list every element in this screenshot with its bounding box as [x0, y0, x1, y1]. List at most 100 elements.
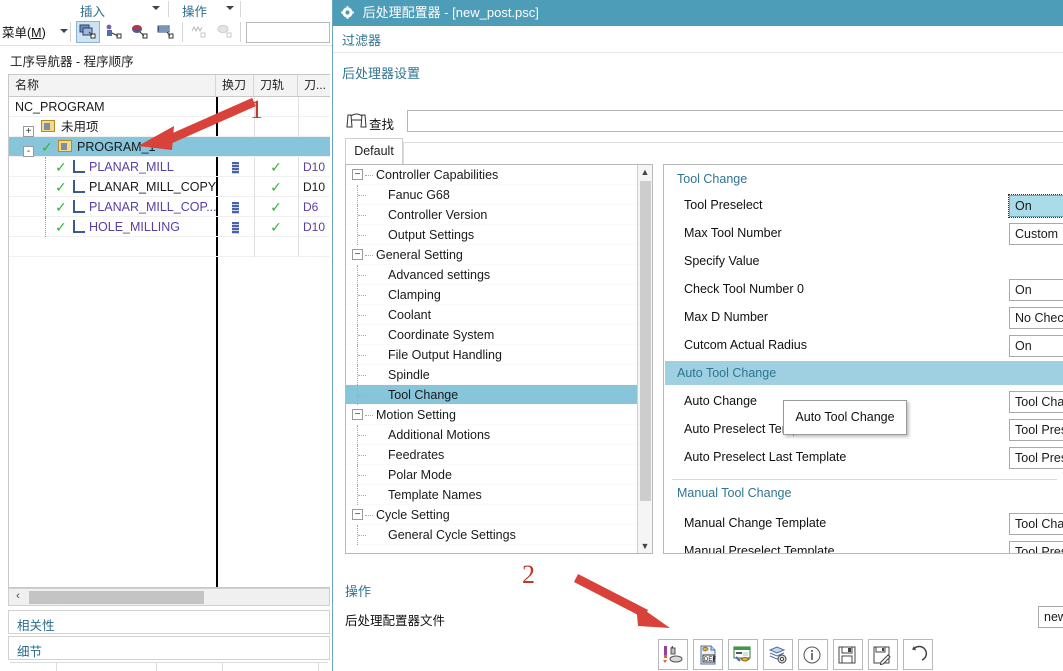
- save-icon[interactable]: [833, 639, 863, 670]
- tree-node-label: Fanuc G68: [388, 188, 450, 202]
- toolbar-search-field[interactable]: [246, 22, 330, 43]
- main-menu-button[interactable]: 菜单(M): [2, 22, 46, 41]
- tree-line: [365, 255, 373, 256]
- machine-tool-view-icon[interactable]: [102, 21, 126, 43]
- program-order-view-icon[interactable]: [76, 21, 100, 43]
- tree-line: [45, 157, 55, 177]
- settings-tree-scrollbar[interactable]: ▲ ▼: [637, 165, 652, 553]
- main-menu-caret-icon[interactable]: [60, 29, 68, 33]
- dependencies-panel-header[interactable]: 相关性: [8, 610, 330, 634]
- group-divider: [672, 479, 1057, 480]
- table-row[interactable]: ✓ PLANAR_MILL_COP... ✓ D6: [9, 197, 330, 217]
- def-file-icon[interactable]: DEF: [693, 639, 723, 670]
- tree-node-label: Advanced settings: [388, 268, 491, 282]
- tree-node-label: Additional Motions: [388, 428, 491, 442]
- tree-line: [358, 195, 366, 196]
- tree-node-motion-setting[interactable]: − Motion Setting: [346, 405, 638, 425]
- save-as-icon[interactable]: [868, 639, 898, 670]
- menu-insert-caret-icon[interactable]: [152, 6, 160, 10]
- tree-node-feedrates[interactable]: Feedrates: [346, 445, 638, 465]
- table-row[interactable]: ✓ HOLE_MILLING ✓ D10: [9, 217, 330, 237]
- tree-node-label: File Output Handling: [388, 348, 502, 362]
- scroll-down-icon[interactable]: ▼: [638, 539, 652, 553]
- scroll-up-icon[interactable]: ▲: [638, 165, 652, 179]
- tree-node-tool-change-selected[interactable]: Tool Change: [346, 385, 638, 405]
- property-row-auto-preselect-last-template: Auto Preselect Last Template Tool Presel…: [664, 445, 1063, 473]
- details-panel-header[interactable]: 细节: [8, 636, 330, 660]
- settings-tree[interactable]: − Controller Capabilities Fanuc G68 Cont…: [345, 164, 653, 554]
- tree-node-controller-version[interactable]: Controller Version: [346, 205, 638, 225]
- navigator-horizontal-scrollbar[interactable]: ‹: [8, 588, 330, 606]
- tree-node-file-output-handling[interactable]: File Output Handling: [346, 345, 638, 365]
- info-icon[interactable]: [798, 639, 828, 670]
- post-process-icon[interactable]: [658, 639, 688, 670]
- expander-icon[interactable]: −: [352, 169, 363, 180]
- grid-line: [318, 662, 319, 671]
- property-label: Manual Change Template: [684, 516, 827, 530]
- layers-settings-icon[interactable]: [763, 639, 793, 670]
- tab-strip: Default: [345, 138, 1063, 164]
- tooltip-auto-tool-change: Auto Tool Change: [783, 400, 907, 435]
- tab-default[interactable]: Default: [345, 138, 403, 164]
- table-row[interactable]: ✓ PLANAR_MILL_COPY ✓ D10: [9, 177, 330, 197]
- expander-icon[interactable]: −: [352, 409, 363, 420]
- tree-node-advanced-settings[interactable]: Advanced settings: [346, 265, 638, 285]
- column-header-toolchange[interactable]: 换刀: [216, 75, 254, 96]
- manual-change-template-dropdown[interactable]: Tool Change: [1009, 513, 1063, 535]
- expander-icon[interactable]: +: [23, 126, 34, 138]
- menu-operation-caret-icon[interactable]: [226, 6, 234, 10]
- tree-node-general-cycle-settings[interactable]: General Cycle Settings: [346, 525, 638, 545]
- tree-node-coordinate-system[interactable]: Coordinate System: [346, 325, 638, 345]
- column-header-tool[interactable]: 刀...: [298, 75, 330, 96]
- tree-node-controller-capabilities[interactable]: − Controller Capabilities: [346, 165, 638, 185]
- scroll-left-icon[interactable]: ‹: [10, 590, 26, 604]
- column-header-name[interactable]: 名称: [9, 75, 216, 96]
- property-pane: Tool Change Tool Preselect On Max Tool N…: [663, 164, 1063, 554]
- expander-icon[interactable]: -: [23, 146, 34, 158]
- check-icon: ✓: [55, 199, 67, 215]
- tree-node-cycle-setting[interactable]: − Cycle Setting: [346, 505, 638, 525]
- auto-change-dropdown[interactable]: Tool Change: [1009, 391, 1063, 413]
- column-header-toolpath[interactable]: 刀轨: [254, 75, 298, 96]
- max-tool-number-dropdown[interactable]: Custom: [1009, 223, 1063, 245]
- check-tool-number-dropdown[interactable]: On: [1009, 279, 1063, 301]
- scrollbar-thumb[interactable]: [640, 181, 651, 501]
- expander-icon[interactable]: −: [352, 509, 363, 520]
- table-row[interactable]: ✓ PLANAR_MILL ✓ D10: [9, 157, 330, 177]
- tool-path-verify-icon: [214, 21, 238, 43]
- property-row-cutcom-actual-radius: Cutcom Actual Radius On: [664, 333, 1063, 361]
- ui-editor-icon[interactable]: [728, 639, 758, 670]
- toolchange-icon: [231, 221, 239, 234]
- undo-icon[interactable]: [903, 639, 933, 670]
- post-file-name-field[interactable]: new_post: [1038, 606, 1063, 628]
- tree-node-clamping[interactable]: Clamping: [346, 285, 638, 305]
- filter-label[interactable]: 过滤器: [333, 26, 1063, 53]
- tree-node-additional-motions[interactable]: Additional Motions: [346, 425, 638, 445]
- tree-node-label: Cycle Setting: [376, 508, 450, 522]
- auto-preselect-template-dropdown[interactable]: Tool Preselect: [1009, 419, 1063, 441]
- toolbar-separator-1: [70, 22, 71, 42]
- scrollbar-thumb[interactable]: [29, 591, 204, 604]
- geometry-view-icon[interactable]: [128, 21, 152, 43]
- max-d-number-dropdown[interactable]: No Check: [1009, 307, 1063, 329]
- tree-node-coolant[interactable]: Coolant: [346, 305, 638, 325]
- tree-node-spindle[interactable]: Spindle: [346, 365, 638, 385]
- tree-line: [365, 175, 373, 176]
- tree-node-polar-mode[interactable]: Polar Mode: [346, 465, 638, 485]
- check-icon: ✓: [55, 159, 67, 175]
- auto-preselect-last-template-dropdown[interactable]: Tool Preselect: [1009, 447, 1063, 469]
- tree-node-output-settings[interactable]: Output Settings: [346, 225, 638, 245]
- expander-icon[interactable]: −: [352, 249, 363, 260]
- manual-preselect-template-dropdown[interactable]: Tool Preselect: [1009, 541, 1063, 553]
- tree-node-general-setting[interactable]: − General Setting: [346, 245, 638, 265]
- group-header-manual-tool-change: Manual Tool Change: [677, 486, 792, 500]
- machining-method-view-icon[interactable]: [154, 21, 178, 43]
- cutcom-actual-radius-dropdown[interactable]: On: [1009, 335, 1063, 357]
- cell-divider: [254, 177, 255, 197]
- tree-node-template-names[interactable]: Template Names: [346, 485, 638, 505]
- property-label: Max Tool Number: [684, 226, 782, 240]
- tree-node-fanuc-g68[interactable]: Fanuc G68: [346, 185, 638, 205]
- tool-preselect-dropdown[interactable]: On: [1008, 194, 1063, 218]
- planar-mill-icon: [72, 180, 86, 193]
- find-input[interactable]: [407, 110, 1063, 132]
